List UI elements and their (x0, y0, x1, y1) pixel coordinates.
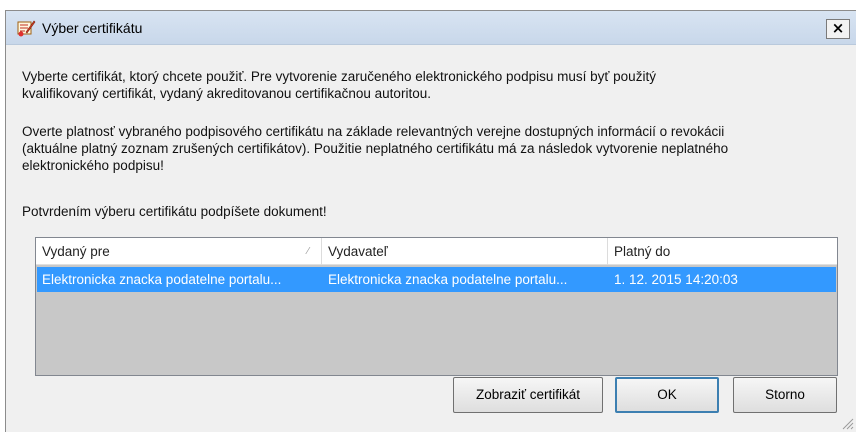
column-label: Platný do (614, 244, 671, 259)
cell-issued-to: Elektronicka znacka podatelne portalu... (42, 272, 282, 287)
cell-issuer: Elektronicka znacka podatelne portalu... (328, 272, 568, 287)
column-header-issuer[interactable]: Vydavateľ (322, 238, 608, 265)
certificate-list[interactable]: Vydaný pre ⁄ Vydavateľ Platný do Elektro… (35, 237, 838, 376)
instruction-paragraph-1: Vyberte certifikát, ktorý chcete použiť.… (22, 68, 656, 102)
cancel-button[interactable]: Storno (733, 377, 837, 413)
ok-button[interactable]: OK (615, 377, 719, 413)
sort-indicator-icon: ⁄ (307, 246, 309, 257)
certificate-row[interactable]: Elektronicka znacka podatelne portalu...… (37, 267, 836, 292)
column-header-issued-to[interactable]: Vydaný pre ⁄ (36, 238, 322, 265)
warning-line: (aktuálne platný zoznam zrušených certif… (22, 141, 729, 156)
certificate-signature-icon (16, 18, 36, 38)
warning-line: elektronického podpisu! (22, 158, 164, 173)
dialog-title: Výber certifikátu (42, 20, 143, 36)
column-header-valid-to[interactable]: Platný do (608, 238, 839, 265)
confirmation-note: Potvrdením výberu certifikátu podpíšete … (22, 204, 327, 219)
resize-grip-icon[interactable] (840, 416, 854, 430)
cell-valid-to: 1. 12. 2015 14:20:03 (614, 272, 738, 287)
close-icon: × (831, 19, 845, 37)
column-label: Vydaný pre (42, 244, 110, 259)
revocation-warning-paragraph: Overte platnosť vybraného podpisového ce… (22, 123, 728, 174)
instruction-line: Vyberte certifikát, ktorý chcete použiť.… (22, 69, 656, 84)
certificate-list-header: Vydaný pre ⁄ Vydavateľ Platný do (36, 238, 837, 265)
certificate-dialog: Výber certifikátu × Vyberte certifikát, … (5, 10, 856, 432)
title-bar[interactable]: Výber certifikátu × (6, 11, 856, 45)
instruction-line: kvalifikovaný certifikát, vydaný akredit… (22, 86, 431, 101)
warning-line: Overte platnosť vybraného podpisového ce… (22, 124, 725, 139)
close-button[interactable]: × (826, 19, 850, 39)
column-label: Vydavateľ (328, 244, 388, 259)
view-certificate-button[interactable]: Zobraziť certifikát (453, 377, 603, 413)
